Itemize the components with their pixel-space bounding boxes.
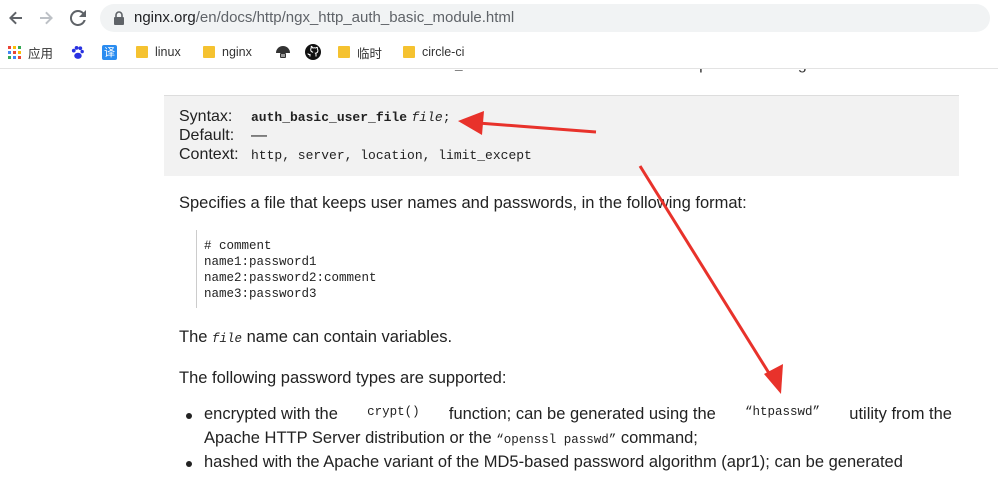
code-line: name3:password3 — [204, 287, 317, 301]
context-row: Context: http, server, location, limit_ex… — [179, 146, 532, 164]
lock-icon — [114, 11, 124, 25]
code-line: # comment — [204, 239, 272, 253]
folder-icon — [403, 46, 415, 58]
bookmark-github[interactable] — [305, 42, 321, 62]
url-text[interactable]: nginx.org/en/docs/http/ngx_http_auth_bas… — [134, 9, 514, 26]
bookmark-folder-nginx[interactable]: nginx — [203, 42, 252, 62]
inline-code: crypt() — [367, 405, 420, 419]
url-domain: nginx.org — [134, 9, 196, 26]
forward-button[interactable] — [34, 6, 58, 30]
bookmark-mushroom[interactable] — [275, 42, 291, 62]
text: encrypted with the — [204, 405, 338, 423]
code-line: name2:password2:comment — [204, 271, 377, 285]
browser-toolbar: nginx.org/en/docs/http/ngx_http_auth_bas… — [0, 0, 998, 36]
inline-code: “openssl passwd” — [496, 433, 617, 447]
bookmark-apps[interactable]: 应用 — [8, 42, 53, 62]
bullet-dot — [186, 413, 192, 419]
code-example: # comment name1:password1 name2:password… — [196, 230, 456, 308]
github-icon — [305, 44, 321, 60]
folder-icon — [136, 46, 148, 58]
directive-name: auth_basic_user_file — [251, 110, 408, 125]
apps-grid-icon — [8, 45, 21, 59]
bookmark-baidu[interactable] — [70, 42, 85, 62]
folder-icon — [338, 46, 350, 58]
bookmark-label: 临时 — [357, 46, 383, 61]
bullet-dot — [186, 461, 192, 467]
bookmark-translate[interactable]: 译 — [102, 42, 117, 62]
directive-end: ; — [442, 110, 451, 125]
inline-code: file — [212, 332, 243, 346]
browser-chrome: nginx.org/en/docs/http/ngx_http_auth_bas… — [0, 0, 998, 69]
list-item-crypt-line2: Apache HTTP Server distribution or the “… — [204, 429, 952, 448]
bookmark-label: 应用 — [28, 46, 54, 61]
text: command; — [616, 429, 698, 447]
context-value: http, server, location, limit_except — [251, 148, 532, 163]
list-item-crypt-line1: encrypted with the crypt() function; can… — [204, 405, 952, 424]
bookmarks-bar: 应用 译 linux nginx 临时 circle-ci — [0, 38, 998, 64]
default-value: — — [251, 127, 267, 144]
code-line: name1:password1 — [204, 255, 317, 269]
default-label: Default: — [179, 127, 235, 144]
back-button[interactable] — [4, 6, 28, 30]
bookmark-folder-circle-ci[interactable]: circle-ci — [403, 42, 464, 62]
bookmark-label: circle-ci — [422, 45, 465, 59]
reload-icon — [70, 10, 86, 26]
bookmark-folder-temp[interactable]: 临时 — [338, 42, 382, 62]
list-item-apr1: hashed with the Apache variant of the MD… — [204, 453, 903, 471]
reload-button[interactable] — [66, 6, 90, 30]
paragraph-variables: The file name can contain variables. — [179, 328, 452, 347]
folder-icon — [203, 46, 215, 58]
page-content: value off cancels the effect of the auth… — [0, 0, 998, 477]
directive-box: Syntax: auth_basic_user_file file; Defaul… — [164, 95, 959, 176]
address-bar[interactable]: nginx.org/en/docs/http/ngx_http_auth_bas… — [100, 4, 990, 32]
syntax-row: Syntax: auth_basic_user_file file; — [179, 108, 451, 126]
context-label: Context: — [179, 146, 239, 163]
syntax-label: Syntax: — [179, 108, 233, 125]
url-path: /en/docs/http/ngx_http_auth_basic_module… — [195, 9, 515, 26]
bookmark-label: linux — [155, 45, 181, 59]
directive-param: file — [411, 110, 443, 125]
arrow-right-icon — [40, 11, 53, 25]
bookmark-folder-linux[interactable]: linux — [136, 42, 181, 62]
text: Apache HTTP Server distribution or the — [204, 429, 497, 447]
inline-code: “htpasswd” — [745, 405, 821, 419]
text: function; can be generated using the — [448, 405, 716, 423]
bookmark-label: nginx — [222, 45, 252, 59]
mushroom-icon — [276, 46, 290, 58]
text: name can contain variables. — [242, 328, 453, 346]
baidu-paw-icon — [71, 45, 84, 59]
paragraph-password-types: The following password types are support… — [179, 369, 507, 387]
default-row: Default: — — [179, 127, 267, 145]
text: utility from the — [849, 405, 952, 423]
arrow-left-icon — [9, 11, 22, 25]
text: The — [179, 328, 213, 346]
translate-icon: 译 — [102, 44, 117, 60]
paragraph-format: Specifies a file that keeps user names a… — [179, 194, 747, 212]
